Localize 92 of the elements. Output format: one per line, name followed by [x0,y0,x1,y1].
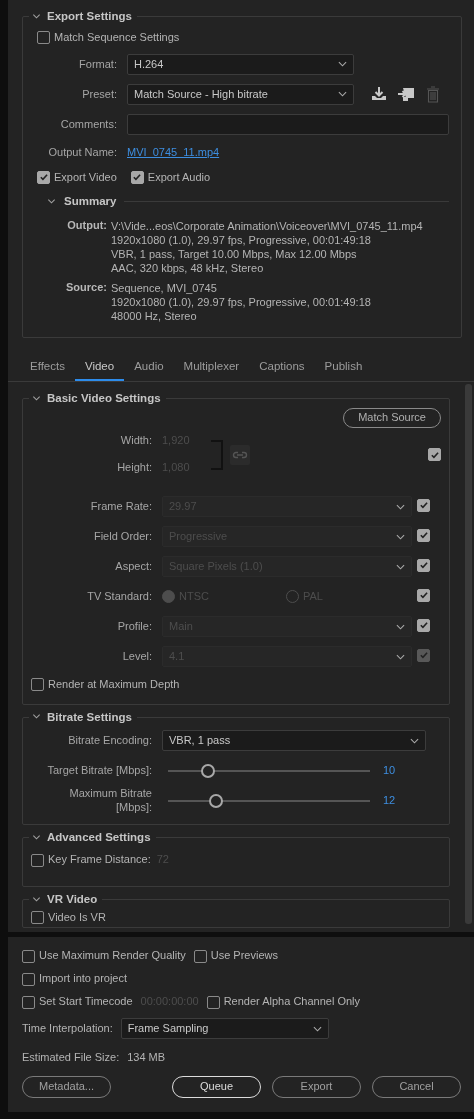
tab[interactable]: Effects [20,352,75,382]
import-icon[interactable] [397,85,415,104]
caret-icon [396,653,405,660]
checkbox[interactable] [193,949,207,963]
checkbox[interactable] [31,911,44,925]
checkbox[interactable] [37,30,50,44]
caret-icon [338,61,347,68]
summary-label: Source: [65,281,108,296]
summary-label: Output: [66,219,108,234]
section-title: Bitrate Settings [47,709,132,724]
summary-line: V:\Vide...eos\Corporate Animation\Voiceover\MVI_0745_11.mp4 [111,219,423,234]
field-label: Level: [121,649,153,664]
summary-line: 48000 Hz, Stereo [111,309,198,324]
section-title: Export Settings [47,9,132,24]
field-label: Bitrate Encoding: [67,734,153,748]
field-label: Aspect: [114,559,153,574]
checkbox-label: Key Frame Distance: [48,853,151,868]
field-label: Time Interpolation: [22,1021,113,1036]
caret-icon [338,91,347,98]
checkbox-label: Video Is VR [48,910,106,925]
summary-line: 1920x1080 (1.0), 29.97 fps, Progressive, 00:01:49:18 [111,295,371,310]
field-label: TV Standard: [86,589,153,604]
checkbox[interactable] [417,558,430,572]
section-title: VR Video [47,892,98,907]
field-label: Estimated File Size: [22,1050,120,1065]
checkbox[interactable] [22,972,35,986]
slider-thumb[interactable] [209,793,224,808]
checkbox-label: Set Start Timecode [39,995,133,1009]
checkbox-label: Export Video [54,170,117,185]
checkbox[interactable] [417,498,430,512]
dropdown[interactable]: Frame Sampling [120,1018,329,1040]
checkbox[interactable] [417,618,430,632]
tab[interactable]: Video [74,352,125,382]
slider-value: 12 [383,794,396,808]
comments-field[interactable] [127,113,449,135]
field-label: Format: [78,57,118,72]
field-label: Preset: [81,87,118,102]
section-title: Summary [64,194,117,209]
tab[interactable]: Multiplexer [173,352,250,382]
field-label: Width: [119,434,153,448]
file-size-value: 134 MB [127,1050,166,1065]
field-label: Field Order: [92,529,153,544]
checkbox[interactable] [428,448,441,461]
field-label: Target Bitrate [Mbps]: [46,764,153,778]
output-name-link[interactable]: MVI_0745_11.mp4 [127,145,220,160]
checkbox[interactable] [22,949,35,963]
caret-icon [312,1025,322,1032]
summary-line: VBR, 1 pass, Target 10.00 Mbps, Max 12.00 Mbps [111,247,358,262]
checkbox-label: Export Audio [147,170,211,185]
caret-icon [396,563,405,570]
slider[interactable] [168,793,370,808]
checkbox[interactable] [417,528,430,542]
checkbox-label: Use Maximum Render Quality [39,949,186,963]
dropdown[interactable]: H.264 [127,53,354,75]
summary-line: Sequence, MVI_0745 [111,281,218,296]
summary-line: 1920x1080 (1.0), 29.97 fps, Progressive, 00:01:49:18 [111,233,372,248]
tab[interactable]: Audio [124,352,174,382]
checkbox-label: Render Alpha Channel Only [223,995,361,1009]
dropdown[interactable]: Match Source - High bitrate [127,83,354,105]
field-label: Output Name: [47,145,118,160]
checkbox[interactable] [31,853,44,867]
field-label: Height: [116,461,153,475]
slider[interactable] [168,763,370,778]
slider-value: 10 [383,764,396,778]
caret-icon [396,503,405,510]
field-label: Profile: [116,619,153,634]
tab[interactable]: Captions [249,352,315,382]
checkbox[interactable] [417,588,430,602]
checkbox-label: Match Sequence Settings [54,30,180,45]
checkbox[interactable] [206,995,220,1009]
tab[interactable]: Publish [314,352,373,382]
section-title: Basic Video Settings [47,391,161,406]
section-title: Advanced Settings [47,829,151,845]
field-label: Comments: [59,117,118,132]
caret-icon [396,533,405,540]
chevron-icon[interactable] [32,712,41,722]
caret-icon [410,737,419,744]
field-label: Frame Rate: [89,499,153,514]
chevron-icon[interactable] [32,394,41,404]
checkbox[interactable] [22,995,35,1009]
checkbox[interactable] [130,170,144,184]
checkbox-label: Import into project [39,972,128,986]
checkbox[interactable] [31,678,44,691]
checkbox-label: Use Previews [210,949,278,963]
dropdown[interactable]: VBR, 1 pass [162,730,426,752]
summary-line: AAC, 320 kbps, 48 kHz, Stereo [111,261,265,276]
slider-thumb[interactable] [201,763,216,778]
caret-icon [396,623,405,630]
field-label: Maximum Bitrate [Mbps]: [68,787,153,815]
radio-button[interactable] [162,590,175,603]
checkbox-label: Render at Maximum Depth [48,677,180,692]
checkbox[interactable] [37,170,50,184]
